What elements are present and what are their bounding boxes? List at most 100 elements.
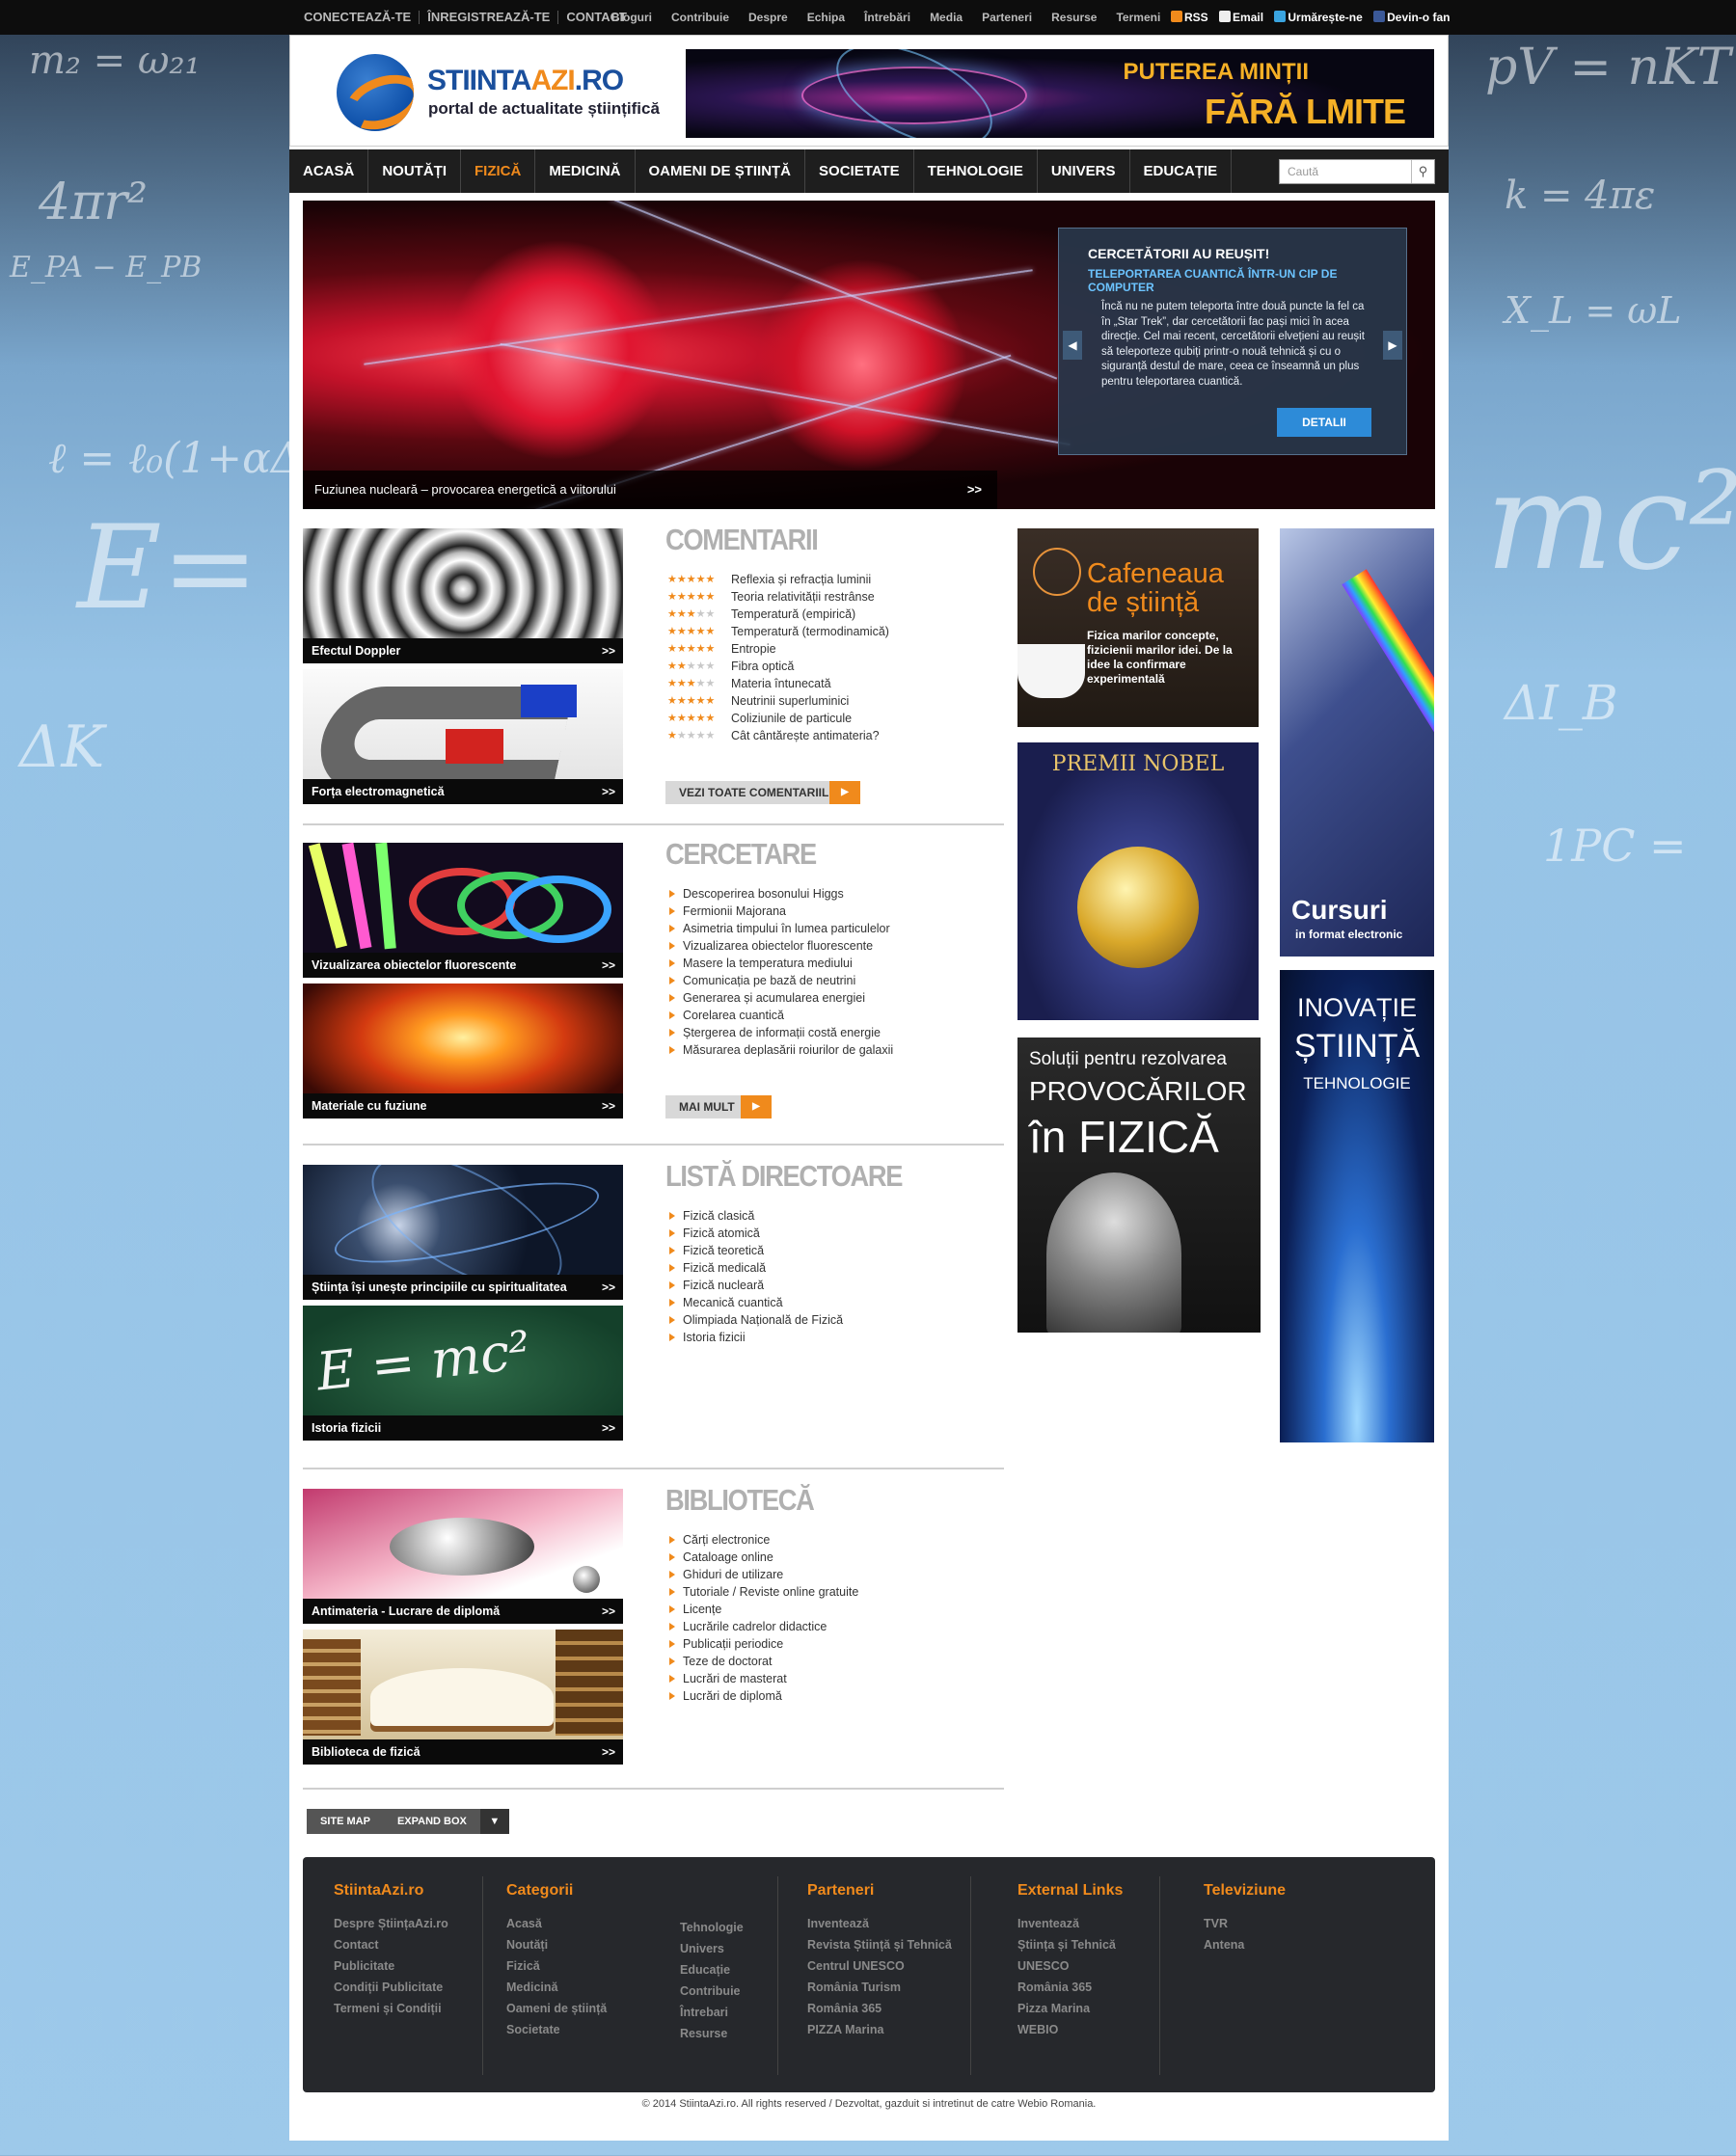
list-item[interactable]: ★★★★★ Temperatură (termodinamică) bbox=[667, 623, 889, 640]
list-item[interactable]: Vizualizarea obiectelor fluorescente bbox=[667, 937, 893, 955]
thumb-more[interactable]: >> bbox=[602, 953, 615, 978]
footer-link[interactable]: Antena bbox=[1204, 1934, 1286, 1955]
list-item[interactable]: Comunicația pe bază de neutrini bbox=[667, 972, 893, 989]
thumb-more[interactable]: >> bbox=[602, 1275, 615, 1300]
footer-link[interactable]: Resurse bbox=[680, 2023, 744, 2044]
list-item[interactable]: Asimetria timpului în lumea particulelor bbox=[667, 920, 893, 937]
footer-link[interactable]: Inventează bbox=[1017, 1913, 1123, 1934]
thumb-more[interactable]: >> bbox=[602, 1599, 615, 1624]
thumb-card[interactable]: Materiale cu fuziune >> bbox=[303, 984, 623, 1118]
list-item[interactable]: Fizică clasică bbox=[667, 1207, 843, 1225]
ad-inovatie[interactable]: INOVAȚIE ȘTIINȚĂ TEHNOLOGIE bbox=[1280, 970, 1434, 1442]
hero-caption-more[interactable]: >> bbox=[967, 471, 982, 509]
list-item[interactable]: Generarea și acumularea energiei bbox=[667, 989, 893, 1007]
all-comments-button[interactable]: VEZI TOATE COMENTARIILE ▶ bbox=[665, 781, 860, 804]
ad-cafeneaua[interactable]: Cafeneaua de știință Fizica marilor conc… bbox=[1017, 528, 1259, 727]
footer-link[interactable]: Univers bbox=[680, 1938, 744, 1959]
header-banner[interactable]: PUTEREA MINȚII FĂRĂ LMITE bbox=[686, 49, 1434, 138]
logo-icon[interactable] bbox=[337, 54, 414, 131]
list-item[interactable]: Fizică atomică bbox=[667, 1225, 843, 1242]
thumb-card[interactable]: Efectul Doppler >> bbox=[303, 528, 623, 663]
list-item[interactable]: ★★★★★ Temperatură (empirică) bbox=[667, 606, 889, 623]
nav-item-medicina[interactable]: MEDICINĂ bbox=[535, 149, 636, 193]
footer-link[interactable]: Educație bbox=[680, 1959, 744, 1981]
list-item[interactable]: Fizică medicală bbox=[667, 1259, 843, 1277]
top-menu-item[interactable]: Echipa bbox=[798, 11, 854, 24]
footer-link[interactable]: TVR bbox=[1204, 1913, 1286, 1934]
nav-item-educatie[interactable]: EDUCAȚIE bbox=[1130, 149, 1233, 193]
list-item[interactable]: Tutoriale / Reviste online gratuite bbox=[667, 1583, 858, 1601]
footer-link[interactable]: Fizică bbox=[506, 1955, 607, 1977]
footer-link[interactable]: Știința și Tehnică bbox=[1017, 1934, 1123, 1955]
nav-item-noutati[interactable]: NOUTĂȚI bbox=[368, 149, 462, 193]
footer-link[interactable]: Condiții Publicitate bbox=[334, 1977, 448, 1998]
slider-prev-icon[interactable]: ◀ bbox=[1063, 331, 1082, 360]
thumb-card[interactable]: E = mc² Istoria fizicii >> bbox=[303, 1306, 623, 1441]
thumb-more[interactable]: >> bbox=[602, 779, 615, 804]
list-item[interactable]: Publicații periodice bbox=[667, 1635, 858, 1653]
footer-link[interactable]: Contribuie bbox=[680, 1981, 744, 2002]
thumb-more[interactable]: >> bbox=[602, 1739, 615, 1765]
facebook-link[interactable]: Devin-o fan bbox=[1370, 11, 1453, 24]
footer-link[interactable]: Inventează bbox=[807, 1913, 952, 1934]
nav-item-univers[interactable]: UNIVERS bbox=[1038, 149, 1130, 193]
footer-link[interactable]: Revista Știință și Tehnică bbox=[807, 1934, 952, 1955]
nav-item-fizica[interactable]: FIZICĂ bbox=[461, 149, 536, 193]
footer-link[interactable]: Termeni și Condiții bbox=[334, 1998, 448, 2019]
top-menu-item[interactable]: Resurse bbox=[1042, 11, 1106, 24]
details-button[interactable]: DETALII bbox=[1277, 408, 1371, 437]
footer-link[interactable]: Societate bbox=[506, 2019, 607, 2040]
list-item[interactable]: Teze de doctorat bbox=[667, 1653, 858, 1670]
list-item[interactable]: ★★★★★ Coliziunile de particule bbox=[667, 710, 889, 727]
footer-link[interactable]: PIZZA Marina bbox=[807, 2019, 952, 2040]
expand-box-button[interactable]: EXPAND BOX bbox=[384, 1809, 480, 1834]
footer-link[interactable]: Noutăți bbox=[506, 1934, 607, 1955]
thumb-card[interactable]: Vizualizarea obiectelor fluorescente >> bbox=[303, 843, 623, 978]
footer-link[interactable]: Despre ȘtiințaAzi.ro bbox=[334, 1913, 448, 1934]
list-item[interactable]: Descoperirea bosonului Higgs bbox=[667, 885, 893, 903]
top-menu-item[interactable]: Bloguri bbox=[602, 11, 662, 24]
footer-link[interactable]: Contact bbox=[334, 1934, 448, 1955]
list-item[interactable]: Fermionii Majorana bbox=[667, 903, 893, 920]
ad-cursuri[interactable]: Cursuri in format electronic bbox=[1280, 528, 1434, 957]
top-menu-item[interactable]: Media bbox=[920, 11, 972, 24]
hero-caption[interactable]: Fuziunea nucleară – provocarea energetic… bbox=[303, 471, 997, 509]
footer-link[interactable]: România 365 bbox=[1017, 1977, 1123, 1998]
footer-link[interactable]: Tehnologie bbox=[680, 1917, 744, 1938]
list-item[interactable]: Lucrări de diplomă bbox=[667, 1687, 858, 1705]
footer-link[interactable]: Oameni de știință bbox=[506, 1998, 607, 2019]
list-item[interactable]: Ghiduri de utilizare bbox=[667, 1566, 858, 1583]
list-item[interactable]: Masere la temperatura mediului bbox=[667, 955, 893, 972]
thumb-more[interactable]: >> bbox=[602, 638, 615, 663]
list-item[interactable]: Mecanică cuantică bbox=[667, 1294, 843, 1311]
list-item[interactable]: Cărți electronice bbox=[667, 1531, 858, 1549]
thumb-more[interactable]: >> bbox=[602, 1093, 615, 1118]
logo-text[interactable]: STIINTAAZI.RO bbox=[427, 65, 624, 97]
list-item[interactable]: ★★★★★ Entropie bbox=[667, 640, 889, 658]
list-item[interactable]: Lucrări de masterat bbox=[667, 1670, 858, 1687]
thumb-card[interactable]: Biblioteca de fizică >> bbox=[303, 1630, 623, 1765]
ad-solutii-fizica[interactable]: Soluții pentru rezolvarea PROVOCĂRILOR î… bbox=[1017, 1038, 1261, 1333]
footer-link[interactable]: Acasă bbox=[506, 1913, 607, 1934]
footer-link[interactable]: UNESCO bbox=[1017, 1955, 1123, 1977]
chevron-down-icon[interactable]: ▼ bbox=[479, 1809, 509, 1834]
more-button[interactable]: MAI MULT ▶ bbox=[665, 1095, 772, 1118]
search-input[interactable]: Caută ⚲ bbox=[1279, 159, 1435, 184]
top-menu-item[interactable]: Parteneri bbox=[972, 11, 1042, 24]
twitter-link[interactable]: Urmărește-ne bbox=[1270, 11, 1366, 24]
footer-link[interactable]: WEBIO bbox=[1017, 2019, 1123, 2040]
list-item[interactable]: Lucrările cadrelor didactice bbox=[667, 1618, 858, 1635]
list-item[interactable]: Licențe bbox=[667, 1601, 858, 1618]
ad-premii-nobel[interactable]: PREMII NOBEL bbox=[1017, 742, 1259, 1020]
nav-item-tehnologie[interactable]: TEHNOLOGIE bbox=[914, 149, 1038, 193]
list-item[interactable]: ★★★★★ Neutrinii superluminici bbox=[667, 692, 889, 710]
list-item[interactable]: Fizică nucleară bbox=[667, 1277, 843, 1294]
list-item[interactable]: ★★★★★ Materia întunecată bbox=[667, 675, 889, 692]
list-item[interactable]: Istoria fizicii bbox=[667, 1329, 843, 1346]
slider-next-icon[interactable]: ▶ bbox=[1383, 331, 1402, 360]
list-item[interactable]: Olimpiada Națională de Fizică bbox=[667, 1311, 843, 1329]
footer-link[interactable]: Medicină bbox=[506, 1977, 607, 1998]
thumb-card[interactable]: Știința își unește principiile cu spirit… bbox=[303, 1165, 623, 1300]
top-menu-item[interactable]: Contribuie bbox=[662, 11, 739, 24]
nav-item-societate[interactable]: SOCIETATE bbox=[805, 149, 914, 193]
